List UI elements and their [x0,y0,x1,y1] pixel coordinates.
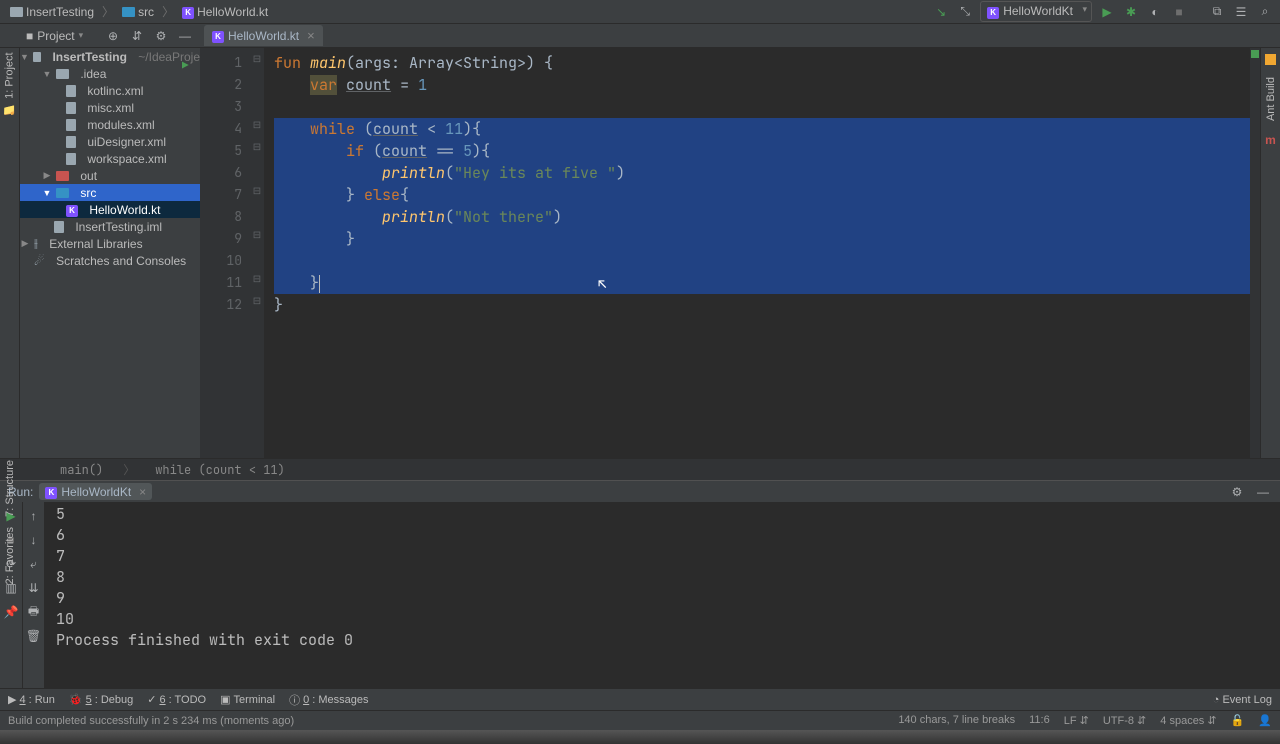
up-icon[interactable]: ↑ [26,508,42,524]
macos-dock [0,730,1280,744]
editor-tab[interactable]: HelloWorld.kt × [204,25,323,46]
tree-file[interactable]: uiDesigner.xml [87,135,166,149]
tab-debug[interactable]: 🐞 5: Debug [69,692,133,708]
tree-idea[interactable]: .idea [80,67,106,81]
editor-tab-label: HelloWorld.kt [228,29,299,43]
tree-iml[interactable]: InsertTesting.iml [75,220,162,234]
console-line: 5 [56,504,1268,525]
build-icon[interactable]: ↘ [932,3,950,21]
breadcrumb-sep: 〉 [162,3,174,20]
tab-run[interactable]: ▶ 44: Run: Run [8,692,55,708]
close-run-tab-icon[interactable]: × [139,485,146,499]
console-line: 8 [56,567,1268,588]
run-hide-icon[interactable]: — [1254,483,1272,501]
run-settings-icon[interactable]: ⚙ [1228,483,1246,501]
breadcrumb-file[interactable]: HelloWorld.kt [178,2,272,21]
close-tab-icon[interactable]: × [307,28,315,43]
status-encoding[interactable]: UTF-8 ⇵ [1103,714,1146,727]
breadcrumb: InsertTesting 〉 src 〉 HelloWorld.kt [6,2,272,21]
sidebar-tab-ant[interactable]: Ant Build [1265,77,1277,121]
console-line: 9 [56,588,1268,609]
status-lf[interactable]: LF ⇵ [1064,714,1089,727]
run-config-select[interactable]: HelloWorldKt [980,1,1092,22]
print-icon[interactable]: 🖶 [26,604,42,620]
wrap-icon[interactable]: ⤶ [26,556,42,572]
tree-file[interactable]: workspace.xml [87,152,166,166]
console-line: 7 [56,546,1268,567]
inspection-ok-icon [1251,50,1259,58]
tree-out[interactable]: out [80,169,97,183]
tree-helloworld[interactable]: HelloWorld.kt [89,203,160,217]
tab-todo[interactable]: ✓ 6: TODO [147,692,206,708]
coverage-icon[interactable]: ◐ [1146,3,1164,21]
tree-file[interactable]: kotlinc.xml [87,84,143,98]
project-tree[interactable]: ▼ InsertTesting ~/IdeaProje ▼ .idea kotl… [20,48,200,458]
editor-minimap[interactable] [1250,48,1260,458]
debug-icon[interactable]: ✱ [1122,3,1140,21]
tree-ext-libs[interactable]: External Libraries [49,237,142,251]
status-pos[interactable]: 11:6 [1029,714,1050,727]
pin-icon[interactable]: 📌 [3,604,19,620]
code-crumb-main[interactable]: main() [60,462,103,478]
down-icon[interactable]: ↓ [26,532,42,548]
status-hector-icon[interactable]: 👤 [1258,714,1272,727]
tab-terminal[interactable]: ▣ Terminal [220,692,275,708]
scroll-icon[interactable]: ⇊ [26,580,42,596]
console-line: 10 [56,609,1268,630]
run-console[interactable]: 5 6 7 8 9 10 Process finished with exit … [44,502,1280,688]
status-chars: 140 chars, 7 line breaks [898,714,1015,727]
project-view-label[interactable]: ■ Project ▾ [26,29,83,43]
code-editor[interactable]: 1▶ 2345 6789 101112 ⊟ ⊟⊟ ⊟⊟ ⊟⊟ fun main(… [200,48,1260,458]
tree-file[interactable]: modules.xml [87,118,154,132]
code-crumb-while[interactable]: while (count < 11) [155,462,285,478]
tab-messages[interactable]: ⓘ 0: Messages [289,692,368,708]
collapse-icon[interactable]: ⇵ [128,27,146,45]
breadcrumb-project[interactable]: InsertTesting [6,3,98,21]
structure-icon[interactable]: ☰ [1232,3,1250,21]
run-tab[interactable]: HelloWorldKt× [39,483,152,500]
minimize-icon[interactable]: — [176,27,194,45]
kotlin-icon [212,28,224,43]
search-icon[interactable]: ⌕ [1256,3,1274,21]
status-message: Build completed successfully in 2 s 234 … [8,715,294,727]
breadcrumb-sep: 〉 [102,3,114,20]
gutter-run-icon[interactable]: ▶ [182,55,189,77]
ant-build-icon[interactable] [1265,54,1276,65]
settings-icon[interactable]: ⚙ [152,27,170,45]
stop-icon[interactable]: ■ [1170,3,1188,21]
console-line: Process finished with exit code 0 [56,630,1268,651]
tree-file[interactable]: misc.xml [87,101,134,115]
sync-icon[interactable]: ⤡ [956,3,974,21]
sidebar-tab-project[interactable]: 📁1: Project [3,52,16,116]
tree-root[interactable]: InsertTesting [52,50,126,64]
clear-icon[interactable]: 🗑 [26,628,42,644]
tree-src[interactable]: src [80,186,96,200]
tree-scratches[interactable]: Scratches and Consoles [56,254,186,268]
status-indent[interactable]: 4 spaces ⇵ [1160,714,1216,727]
tab-event-log[interactable]: ◔ Event Log [1213,694,1272,706]
console-line: 6 [56,525,1268,546]
run-icon[interactable]: ▶ [1098,3,1116,21]
locate-icon[interactable]: ⊕ [104,27,122,45]
sidebar-tab-structure[interactable]: 7: Structure [4,460,16,517]
sidebar-tab-favorites[interactable]: 2: Favorites [4,527,16,584]
maven-icon[interactable]: m [1265,133,1276,147]
project-path: ~/IdeaProje [138,50,200,64]
status-lock-icon[interactable]: 🔓 [1231,714,1245,727]
vcs-icon[interactable]: ⧉ [1208,3,1226,21]
breadcrumb-src[interactable]: src [118,3,158,21]
